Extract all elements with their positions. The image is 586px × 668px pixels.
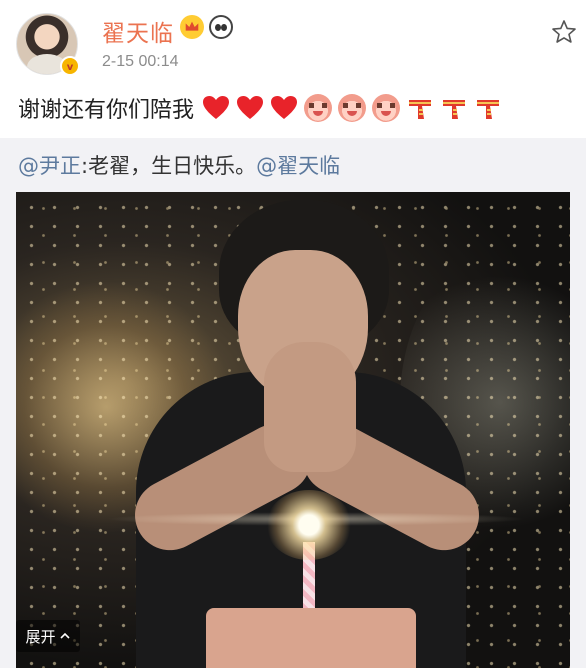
blush-face-icon (304, 94, 333, 122)
emoji-row (202, 94, 502, 122)
post-timestamp: 2-15 00:14 (102, 53, 179, 70)
photo-person-hands (264, 342, 356, 472)
blush-face-icon (372, 94, 401, 122)
star-icon[interactable] (551, 19, 577, 45)
repost-text: @尹正:老翟，生日快乐。@翟天临 (18, 150, 340, 180)
expand-label: 展开 (25, 627, 56, 646)
mention-author-link[interactable]: @尹正 (18, 154, 81, 178)
post-body: 谢谢还有你们陪我 (18, 92, 502, 124)
username[interactable]: 翟天临 (102, 14, 174, 48)
photo-candle-flame (266, 490, 352, 560)
scarf-icon (409, 100, 432, 119)
expand-button[interactable]: 展开 (16, 620, 80, 652)
svg-text:v: v (67, 62, 74, 72)
crown-badge-icon[interactable] (180, 15, 204, 39)
repost-message: :老翟，生日快乐。 (81, 154, 257, 178)
post-text: 谢谢还有你们陪我 (18, 98, 195, 123)
scarf-icon (477, 100, 500, 119)
photo-cake (206, 608, 416, 668)
post-header: v 翟天临 2-15 00:14 (0, 0, 586, 88)
repost-container[interactable]: @尹正:老翟，生日快乐。@翟天临 (0, 138, 586, 668)
mention-user-link[interactable]: @翟天临 (256, 154, 340, 178)
post-photo[interactable] (16, 192, 570, 668)
chevron-up-icon (59, 632, 70, 639)
panda-badge-icon[interactable] (209, 15, 233, 39)
user-badges (180, 15, 233, 39)
blush-face-icon (338, 94, 367, 122)
heart-icon (203, 96, 230, 119)
heart-icon (271, 96, 298, 119)
verified-badge-icon: v (60, 56, 80, 76)
heart-icon (237, 96, 264, 119)
scarf-icon (443, 100, 466, 119)
